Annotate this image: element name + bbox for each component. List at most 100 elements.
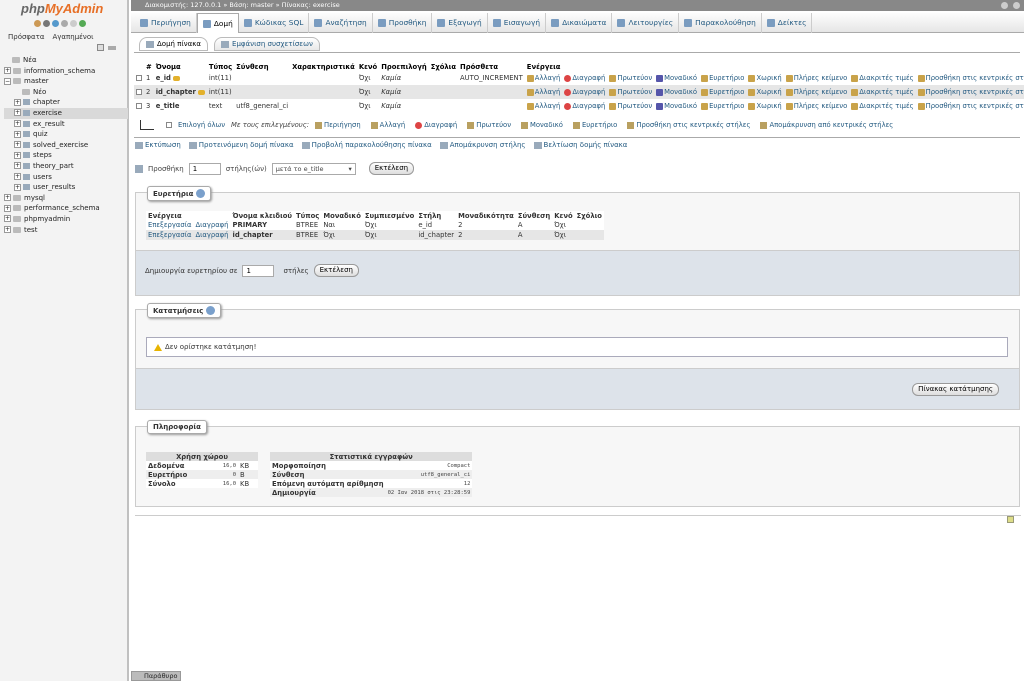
tab-0[interactable]: Περιήγηση	[135, 13, 197, 33]
tree-item[interactable]: Νέο	[4, 87, 128, 98]
expand-icon[interactable]: +	[14, 141, 21, 149]
expand-icon[interactable]: +	[4, 194, 11, 202]
action-link[interactable]: Πρωτεύον	[609, 74, 652, 82]
tree-item[interactable]: + ex_result	[4, 119, 128, 130]
tab-4[interactable]: Προσθήκη	[373, 13, 433, 33]
propose-structure-link[interactable]: Προτεινόμενη δομή πίνακα	[189, 141, 294, 149]
bulk-action-link[interactable]: Αλλαγή	[371, 121, 406, 129]
link-with-main-icon[interactable]	[108, 46, 116, 50]
action-link[interactable]: Πλήρες κείμενο	[786, 88, 848, 96]
bulk-action-link[interactable]: Πρωτεύον	[467, 121, 511, 129]
expand-icon[interactable]: +	[14, 183, 21, 191]
expand-icon[interactable]: +	[14, 130, 21, 138]
index-count-input[interactable]	[242, 264, 275, 277]
tree-item-label[interactable]: Νέο	[33, 88, 46, 96]
tree-item-label[interactable]: mysql	[24, 194, 45, 202]
print-link[interactable]: Εκτύπωση	[135, 141, 181, 149]
settings-icon[interactable]	[70, 20, 77, 27]
tab-9[interactable]: Παρακολούθηση	[679, 13, 762, 33]
favorites-link[interactable]: Αγαπημένοι	[53, 33, 94, 41]
action-link[interactable]: Χωρική	[748, 88, 781, 96]
partition-table-button[interactable]: Πίνακας κατάτμησης	[912, 383, 999, 396]
normalize-link[interactable]: Βελτίωση δομής πίνακα	[534, 141, 628, 149]
expand-icon[interactable]: +	[4, 226, 11, 233]
tab-2[interactable]: Κώδικας SQL	[239, 13, 310, 33]
expand-icon[interactable]: +	[4, 215, 11, 223]
tree-item[interactable]: + chapter	[4, 97, 128, 108]
tree-item-label[interactable]: master	[24, 77, 49, 85]
action-link[interactable]: Αλλαγή	[527, 74, 561, 82]
action-link[interactable]: Διακριτές τιμές	[851, 102, 913, 110]
check-all-label[interactable]: Επιλογή όλων	[178, 121, 225, 129]
tree-item-label[interactable]: chapter	[33, 98, 60, 106]
track-table-link[interactable]: Προβολή παρακολούθησης πίνακα	[302, 141, 432, 149]
action-link[interactable]: Πλήρες κείμενο	[786, 102, 848, 110]
logout-icon[interactable]	[43, 20, 50, 27]
tab-3[interactable]: Αναζήτηση	[309, 13, 373, 33]
create-index-button[interactable]: Εκτέλεση	[313, 264, 359, 277]
tree-item[interactable]: + solved_exercise	[4, 140, 128, 151]
bulk-action-link[interactable]: Απομάκρυνση από κεντρικές στήλες	[760, 121, 893, 129]
tree-item[interactable]: + quiz	[4, 129, 128, 140]
tree-item[interactable]: + test	[4, 225, 128, 236]
help-icon[interactable]	[52, 20, 59, 27]
tree-item[interactable]: + theory_part	[4, 161, 128, 172]
expand-icon[interactable]: +	[14, 120, 21, 128]
tab-10[interactable]: Δείκτες	[762, 13, 813, 33]
help-icon[interactable]	[196, 189, 206, 198]
tab-1[interactable]: Δομή	[196, 13, 239, 33]
tree-item-label[interactable]: Νέα	[23, 56, 37, 64]
tree-item-label[interactable]: performance_schema	[24, 204, 100, 212]
tree-item-label[interactable]: quiz	[33, 130, 48, 138]
action-link[interactable]: Πλήρες κείμενο	[786, 74, 848, 82]
phpmyadmin-logo[interactable]: phpMyAdmin	[21, 1, 103, 16]
console-toggle[interactable]: Παράθυρο	[131, 671, 182, 681]
tree-item-label[interactable]: theory_part	[33, 162, 74, 170]
tree-item[interactable]: + mysql	[4, 193, 128, 204]
edit-link[interactable]: Επεξεργασία	[148, 221, 191, 229]
tab-5[interactable]: Εξαγωγή	[432, 13, 488, 33]
bulk-action-link[interactable]: Μοναδικό	[521, 121, 563, 129]
expand-icon[interactable]: +	[14, 98, 21, 106]
action-link[interactable]: Ευρετήριο	[701, 74, 744, 82]
tab-8[interactable]: Λειτουργίες	[612, 13, 680, 33]
tree-item[interactable]: + exercise	[4, 107, 128, 119]
drop-link[interactable]: Διαγραφή	[195, 231, 228, 239]
add-count-input[interactable]	[188, 162, 221, 175]
settings-icon[interactable]	[1001, 2, 1008, 9]
collapse-icon[interactable]: −	[4, 77, 11, 85]
edit-link[interactable]: Επεξεργασία	[148, 231, 191, 239]
docs-icon[interactable]	[61, 20, 68, 27]
expand-icon[interactable]: +	[14, 173, 21, 181]
tree-item[interactable]: + phpmyadmin	[4, 214, 128, 225]
action-link[interactable]: Χωρική	[748, 74, 781, 82]
breadcrumb-text[interactable]: Διακομιστής: 127.0.0.1 » Βάση: master » …	[145, 1, 340, 9]
reload-icon[interactable]	[79, 20, 86, 27]
collapse-all-icon[interactable]	[97, 44, 104, 51]
expand-icon[interactable]: +	[4, 204, 11, 212]
expand-icon[interactable]: +	[14, 109, 21, 117]
print-view-icon[interactable]	[1007, 516, 1014, 523]
tree-item-label[interactable]: users	[33, 173, 52, 181]
action-link[interactable]: Μοναδικό	[656, 88, 697, 96]
tree-item-label[interactable]: exercise	[33, 109, 62, 117]
tree-item-label[interactable]: steps	[33, 151, 52, 159]
action-link[interactable]: Ευρετήριο	[701, 102, 744, 110]
tree-item[interactable]: + information_schema	[4, 66, 128, 77]
row-checkbox[interactable]	[136, 75, 142, 81]
tree-item[interactable]: + steps	[4, 150, 128, 161]
action-link[interactable]: Διαγραφή	[564, 102, 605, 110]
row-checkbox[interactable]	[136, 89, 142, 95]
expand-icon[interactable]: +	[14, 162, 21, 170]
tree-item[interactable]: Νέα	[4, 55, 128, 66]
bulk-action-link[interactable]: Περιήγηση	[315, 121, 361, 129]
expand-icon[interactable]: +	[4, 67, 11, 75]
tree-item-label[interactable]: ex_result	[33, 120, 65, 128]
action-link[interactable]: Πρωτεύον	[609, 88, 652, 96]
action-link[interactable]: Διαγραφή	[564, 74, 605, 82]
tab-relation-view[interactable]: Εμφάνιση συσχετίσεων	[214, 37, 320, 51]
bulk-action-link[interactable]: Ευρετήριο	[573, 121, 617, 129]
tree-item[interactable]: + users	[4, 172, 128, 183]
drop-link[interactable]: Διαγραφή	[195, 221, 228, 229]
expand-icon[interactable]: +	[14, 151, 21, 159]
